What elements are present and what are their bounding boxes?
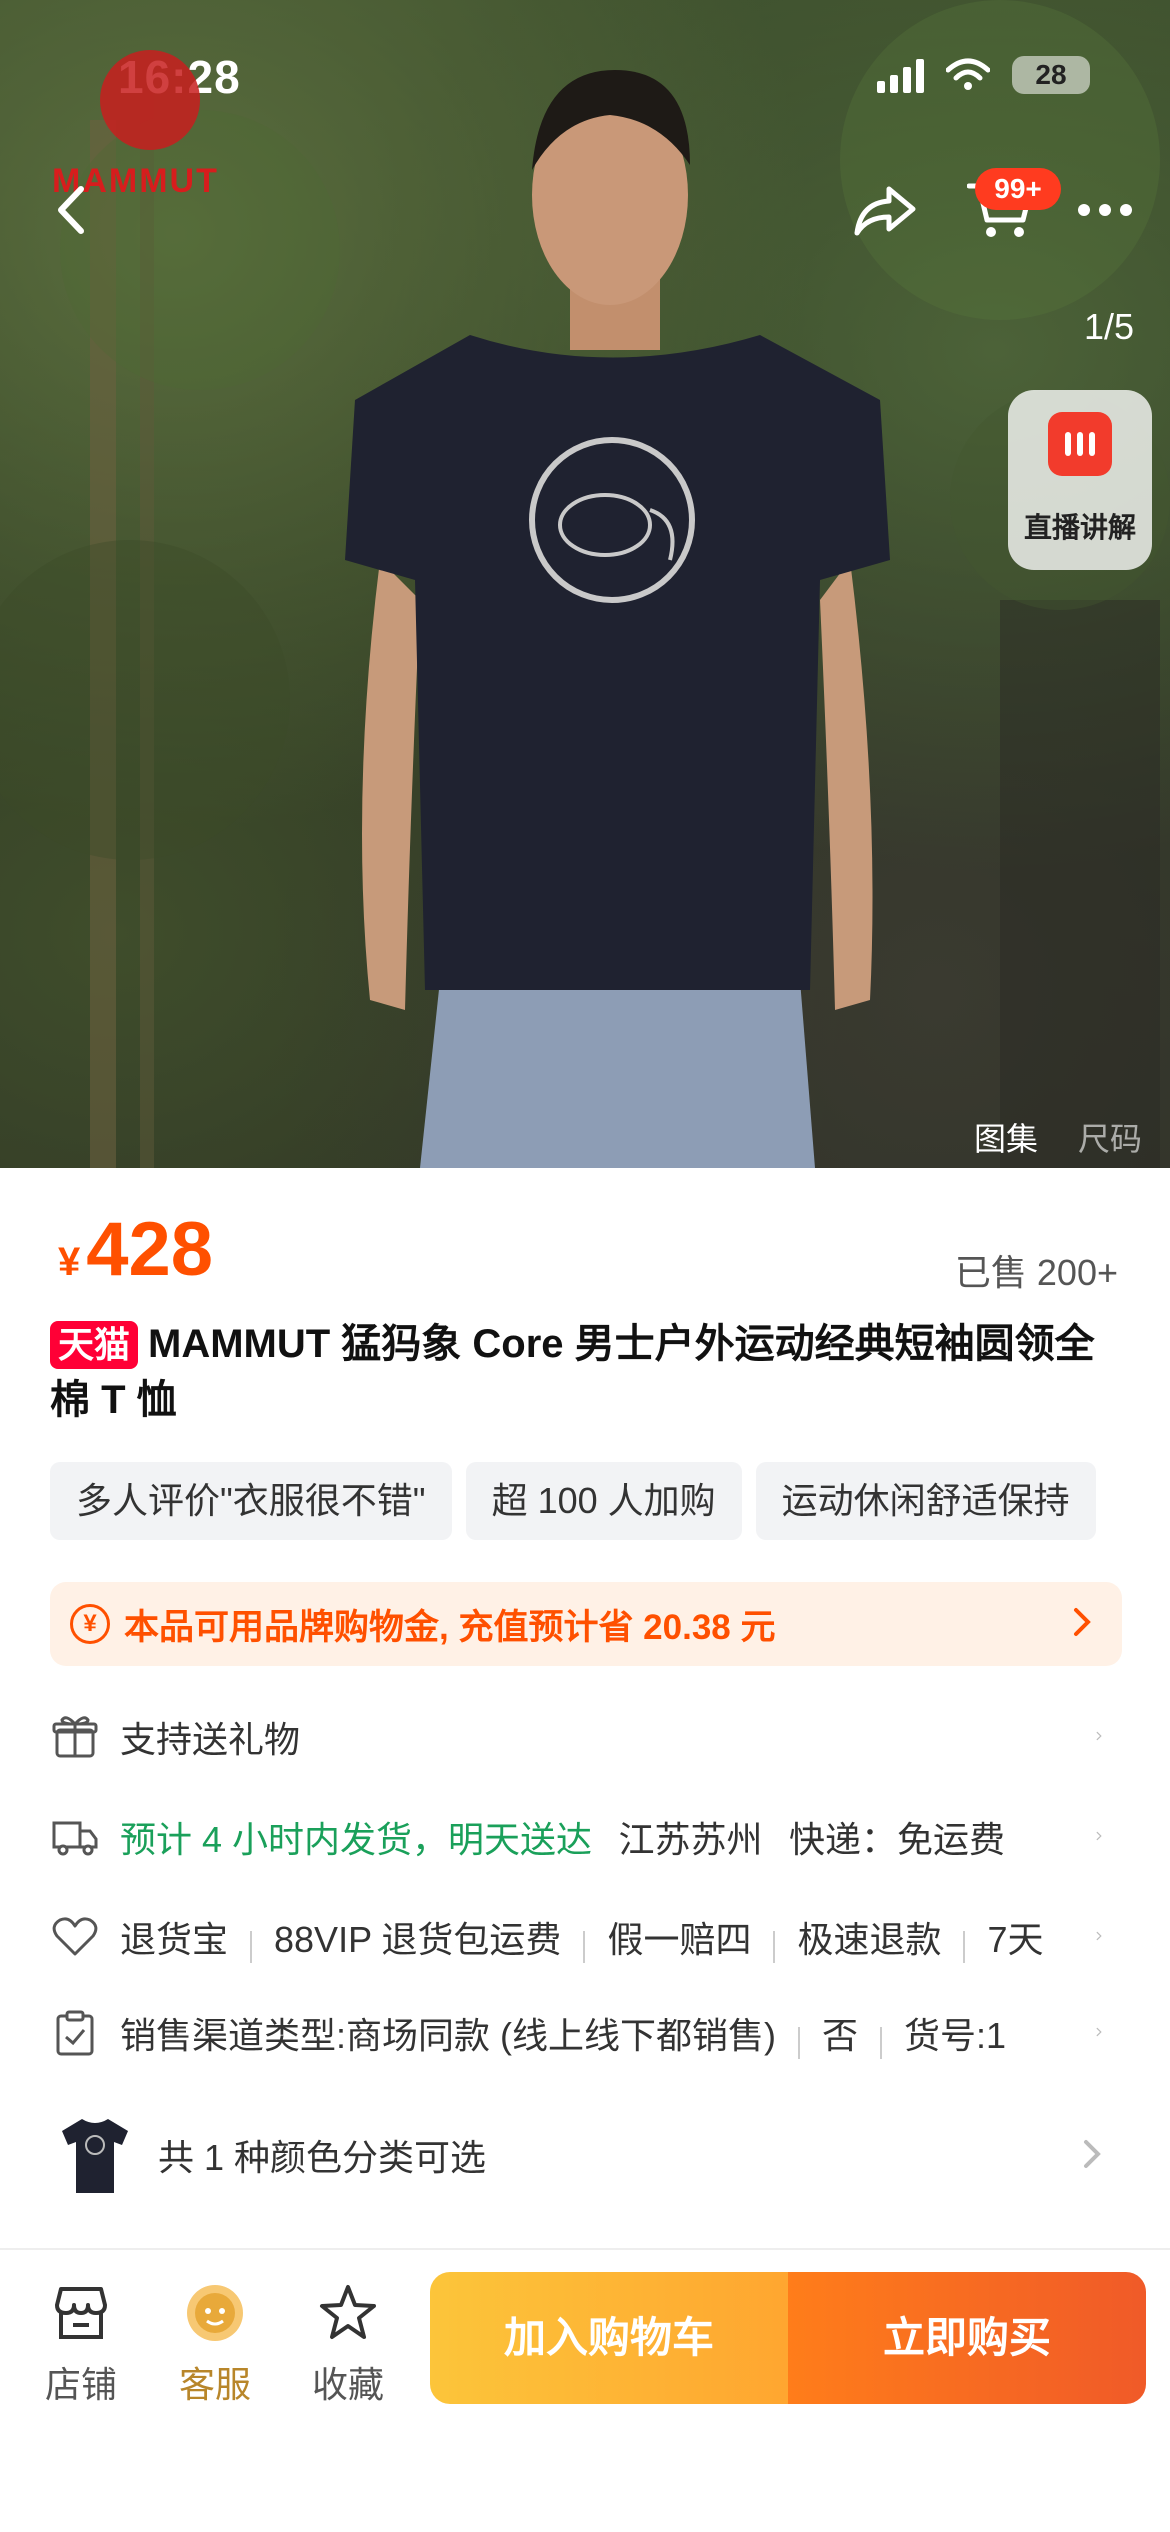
add-to-cart-button[interactable]: 加入购物车	[430, 2272, 788, 2404]
product-hero-image[interactable]: 16:28 28 MAMMUT 99+	[0, 0, 1170, 1168]
param-value: 否	[821, 2014, 858, 2056]
price: ¥ 428	[58, 1206, 213, 1293]
returns-row[interactable]: 退货宝 88VIP 退货包运费 假一赔四 极速退款 7天	[50, 1892, 1122, 1982]
sold-count: 已售 200+	[954, 1252, 1118, 1293]
chevron-right-icon	[1082, 1920, 1102, 1952]
tag-cart-count[interactable]: 超 100 人加购	[465, 1462, 742, 1540]
chevron-right-icon	[1074, 1608, 1091, 1636]
heart-shield-icon	[52, 1917, 98, 1956]
service-label: 客服	[178, 2364, 251, 2405]
variant-thumbnail	[50, 2105, 140, 2205]
chevron-right-icon	[1082, 2016, 1102, 2048]
product-title-text: MAMMUT 猛犸象 Core 男士户外运动经典短袖圆领全棉 T 恤	[50, 1322, 1095, 1422]
variant-text: 共 1 种颜色分类可选	[158, 2137, 487, 2178]
shipping-row[interactable]: 预计 4 小时内发货，明天送达 江苏苏州 快递：免运费	[50, 1792, 1122, 1882]
tag-comfort[interactable]: 运动休闲舒适保持	[755, 1462, 1096, 1540]
vip-free-return: 88VIP 退货包运费	[274, 1918, 562, 1960]
price-symbol: ¥	[58, 1240, 81, 1284]
shop-label: 店铺	[44, 2364, 117, 2405]
favorite-label: 收藏	[311, 2364, 384, 2405]
shipping-location: 江苏苏州	[618, 1819, 763, 1860]
shopping-credit-banner[interactable]: ¥ 本品可用品牌购物金, 充值预计省 20.38 元	[50, 1582, 1122, 1666]
live-icon	[1048, 412, 1112, 476]
share-button[interactable]	[850, 175, 920, 245]
star-icon	[320, 2285, 376, 2339]
customer-service-button[interactable]: 客服	[160, 2280, 270, 2408]
live-label: 直播讲解	[1023, 512, 1136, 543]
wifi-icon	[946, 58, 990, 90]
shipping-fee: 快递：免运费	[788, 1819, 1005, 1860]
mammoth-logo-icon	[100, 50, 200, 150]
yen-coin-icon: ¥	[70, 1604, 110, 1644]
more-button[interactable]	[1070, 180, 1140, 240]
tab-size[interactable]: 尺码	[1078, 1114, 1142, 1160]
highlight-tags: 多人评价"衣服很不错" 超 100 人加购 运动休闲舒适保持	[50, 1462, 1096, 1540]
shop-button[interactable]: 店铺	[26, 2280, 136, 2408]
cellular-signal-icon	[877, 57, 924, 93]
share-icon	[854, 186, 916, 236]
seven-day-return: 7天	[987, 1918, 1044, 1960]
params-row[interactable]: 销售渠道类型:商场同款 (线上线下都销售) 否 货号:1	[50, 1988, 1122, 2078]
image-counter: 1/5	[1083, 306, 1134, 347]
customer-service-avatar-icon	[187, 2285, 243, 2341]
shipping-eta: 预计 4 小时内发货，明天送达	[120, 1819, 593, 1860]
sales-channel: 销售渠道类型:商场同款 (线上线下都销售)	[120, 2014, 776, 2056]
shop-icon	[55, 2287, 107, 2339]
delivery-truck-icon	[52, 1821, 98, 1856]
tab-gallery[interactable]: 图集	[974, 1114, 1038, 1160]
return-insurance: 退货宝	[120, 1918, 229, 1960]
gallery-tabs: 图集 尺码	[974, 1114, 1142, 1160]
battery-icon: 28	[1012, 56, 1090, 94]
gift-row[interactable]: 支持送礼物	[50, 1692, 1122, 1782]
item-number: 货号:1	[904, 2014, 1007, 2056]
color-variant-row[interactable]: 共 1 种颜色分类可选	[50, 2100, 1122, 2210]
bottom-action-bar: 店铺 客服 收藏 加入购物车 立即购买	[0, 2248, 1170, 2532]
coupon-text: 本品可用品牌购物金, 充值预计省 20.38 元	[124, 1607, 776, 1647]
fast-refund: 极速退款	[797, 1918, 942, 1960]
back-button[interactable]	[40, 180, 100, 240]
tag-review[interactable]: 多人评价"衣服很不错"	[50, 1462, 452, 1540]
purchase-buttons: 加入购物车 立即购买	[430, 2272, 1146, 2404]
product-title: 天猫 MAMMUT 猛犸象 Core 男士户外运动经典短袖圆领全棉 T 恤	[50, 1316, 1130, 1428]
chevron-right-icon	[1082, 1820, 1102, 1852]
chevron-left-icon	[58, 186, 84, 234]
live-explain-button[interactable]: 直播讲解	[1008, 390, 1152, 570]
fake-compensation: 假一赔四	[607, 1918, 752, 1960]
buy-now-button[interactable]: 立即购买	[788, 2272, 1146, 2404]
favorite-button[interactable]: 收藏	[293, 2280, 403, 2408]
cart-count-badge: 99+	[975, 168, 1061, 210]
tshirt-thumbnail-icon	[62, 2119, 128, 2193]
clipboard-icon	[56, 2010, 94, 2056]
tmall-badge: 天猫	[50, 1321, 139, 1369]
gift-icon	[52, 1716, 98, 1758]
gift-text: 支持送礼物	[120, 1719, 301, 1760]
chevron-right-icon	[1082, 1720, 1102, 1752]
chevron-right-icon	[1084, 2140, 1101, 2168]
price-value: 428	[86, 1207, 214, 1292]
more-dots-icon	[1078, 204, 1132, 216]
